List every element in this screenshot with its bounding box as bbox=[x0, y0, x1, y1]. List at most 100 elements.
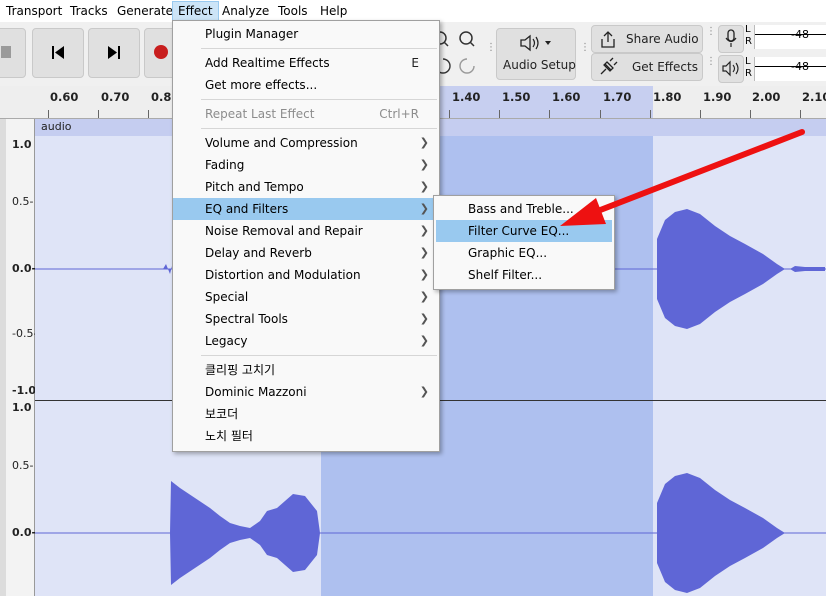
menu-tools[interactable]: Tools bbox=[278, 3, 308, 19]
speaker-icon bbox=[520, 34, 551, 52]
amp-label: 1.0 bbox=[12, 138, 32, 151]
menu-item-notch-filter[interactable]: 노치 필터 bbox=[173, 425, 439, 447]
ruler-tick-label: 1.90 bbox=[703, 90, 732, 104]
ruler-tick-label: 2.00 bbox=[752, 90, 781, 104]
menu-effect[interactable]: Effect bbox=[172, 1, 219, 21]
menu-analyze[interactable]: Analyze bbox=[222, 3, 269, 19]
annotation-arrow bbox=[560, 129, 805, 226]
ruler-tick bbox=[750, 110, 751, 118]
audio-setup-button[interactable]: Audio Setup bbox=[496, 28, 576, 80]
record-meter-button[interactable] bbox=[718, 25, 744, 53]
record-meter-value: -48 bbox=[791, 28, 809, 41]
menu-separator bbox=[201, 128, 437, 129]
menu-item-legacy[interactable]: Legacy ❯ bbox=[173, 330, 439, 352]
skip-end-icon bbox=[108, 46, 120, 59]
menu-item-plugin-manager[interactable]: Plugin Manager bbox=[173, 23, 439, 45]
ruler-tick-label: 0.60 bbox=[50, 90, 79, 104]
menu-item-label: Plugin Manager bbox=[205, 27, 299, 41]
get-effects-label: Get Effects bbox=[632, 60, 698, 74]
submenu-arrow-icon: ❯ bbox=[419, 224, 429, 237]
vertical-amplitude-ruler[interactable]: 1.0 0.5- 0.0- -0.5- -1.0 1.0 0.5- 0.0- bbox=[6, 119, 37, 596]
zoom-fit-icon[interactable] bbox=[459, 31, 475, 47]
menu-bar: Transport Tracks Generate Effect Analyze… bbox=[0, 0, 826, 22]
menu-item-pitch-tempo[interactable]: Pitch and Tempo ❯ bbox=[173, 176, 439, 198]
clip-name: audio bbox=[41, 120, 72, 133]
menu-generate[interactable]: Generate bbox=[117, 3, 173, 19]
submenu-arrow-icon: ❯ bbox=[419, 290, 429, 303]
submenu-arrow-icon: ❯ bbox=[419, 158, 429, 171]
menu-item-vocoder[interactable]: 보코더 bbox=[173, 403, 439, 425]
get-effects-button[interactable]: Get Effects bbox=[591, 53, 703, 81]
ruler-tick bbox=[48, 110, 49, 118]
skip-to-end-button[interactable] bbox=[88, 28, 140, 78]
amp-label: 0.5- bbox=[12, 195, 34, 208]
menu-item-volume-compression[interactable]: Volume and Compression ❯ bbox=[173, 132, 439, 154]
menu-item-delay-reverb[interactable]: Delay and Reverb ❯ bbox=[173, 242, 439, 264]
ruler-tick-label: 1.70 bbox=[603, 90, 632, 104]
ruler-tick bbox=[549, 110, 550, 118]
menu-item-get-more-effects[interactable]: Get more effects... bbox=[173, 74, 439, 96]
menu-item-label: Legacy bbox=[205, 334, 248, 348]
play-meter-button[interactable] bbox=[718, 55, 744, 83]
record-meter-r: R bbox=[745, 36, 752, 47]
meter-grip-2[interactable]: ⋮⋮ bbox=[706, 57, 725, 74]
submenu-arrow-icon: ❯ bbox=[419, 334, 429, 347]
menu-item-label: EQ and Filters bbox=[205, 202, 289, 216]
menu-item-label: Pitch and Tempo bbox=[205, 180, 304, 194]
menu-item-spectral-tools[interactable]: Spectral Tools ❯ bbox=[173, 308, 439, 330]
menu-item-repeat-last-effect[interactable]: Repeat Last Effect Ctrl+R bbox=[173, 103, 439, 125]
redo-icon[interactable] bbox=[459, 58, 475, 74]
ruler-tick-label: 0.70 bbox=[101, 90, 130, 104]
menu-item-clip-fix[interactable]: 클리핑 고치기 bbox=[173, 359, 439, 381]
stop-button[interactable] bbox=[0, 28, 26, 78]
menu-item-label: Distortion and Modulation bbox=[205, 268, 361, 282]
submenu-item-shelf-filter[interactable]: Shelf Filter... bbox=[434, 264, 614, 286]
amp-label: 0.0- bbox=[12, 526, 37, 539]
waveform-burst bbox=[170, 481, 320, 585]
menu-item-dominic-mazzoni[interactable]: Dominic Mazzoni ❯ bbox=[173, 381, 439, 403]
toolbar-grip-2[interactable]: ⋮⋮ bbox=[580, 43, 599, 60]
play-meter[interactable]: -48 bbox=[754, 57, 826, 81]
menu-item-label: Noise Removal and Repair bbox=[205, 224, 363, 238]
plug-icon bbox=[600, 57, 618, 75]
menu-help[interactable]: Help bbox=[320, 3, 347, 19]
play-meter-l: L bbox=[745, 56, 751, 67]
menu-item-label: 보코더 bbox=[205, 407, 239, 421]
record-meter[interactable]: -48 bbox=[754, 25, 826, 49]
waveform-burst bbox=[657, 473, 785, 593]
toolbar-grip[interactable]: ⋮⋮ bbox=[486, 43, 505, 60]
menu-item-special[interactable]: Special ❯ bbox=[173, 286, 439, 308]
ruler-tick bbox=[98, 110, 99, 118]
menu-item-label: Repeat Last Effect bbox=[205, 107, 315, 121]
menu-item-add-realtime-effects[interactable]: Add Realtime Effects E bbox=[173, 52, 439, 74]
submenu-item-graphic-eq[interactable]: Graphic EQ... bbox=[434, 242, 614, 264]
ruler-tick-label: 1.40 bbox=[452, 90, 481, 104]
audio-setup-label: Audio Setup bbox=[503, 58, 576, 72]
meter-grip-1[interactable]: ⋮⋮ bbox=[706, 27, 725, 44]
skip-start-icon bbox=[52, 46, 64, 59]
submenu-item-label: Graphic EQ... bbox=[468, 246, 548, 260]
menu-item-shortcut: E bbox=[411, 56, 419, 70]
ruler-tick bbox=[449, 110, 450, 118]
ruler-tick bbox=[499, 110, 500, 118]
menu-item-label: 클리핑 고치기 bbox=[205, 363, 276, 377]
menu-item-label: Get more effects... bbox=[205, 78, 318, 92]
share-upload-icon bbox=[601, 31, 615, 48]
amp-label: -1.0 bbox=[12, 384, 37, 397]
submenu-arrow-icon: ❯ bbox=[419, 246, 429, 259]
menu-item-label: Dominic Mazzoni bbox=[205, 385, 307, 399]
menu-separator bbox=[201, 355, 437, 356]
skip-to-start-button[interactable] bbox=[32, 28, 84, 78]
play-meter-value: -48 bbox=[791, 60, 809, 73]
submenu-arrow-icon: ❯ bbox=[419, 136, 429, 149]
menu-item-label: 노치 필터 bbox=[205, 429, 253, 443]
menu-item-distortion-modulation[interactable]: Distortion and Modulation ❯ bbox=[173, 264, 439, 286]
menu-tracks[interactable]: Tracks bbox=[70, 3, 108, 19]
record-icon bbox=[154, 45, 168, 59]
share-audio-button[interactable]: Share Audio bbox=[591, 25, 703, 53]
menu-item-eq-filters[interactable]: EQ and Filters ❯ bbox=[173, 198, 439, 220]
menu-transport[interactable]: Transport bbox=[6, 3, 62, 19]
menu-item-noise-removal[interactable]: Noise Removal and Repair ❯ bbox=[173, 220, 439, 242]
submenu-arrow-icon: ❯ bbox=[419, 385, 429, 398]
menu-item-fading[interactable]: Fading ❯ bbox=[173, 154, 439, 176]
